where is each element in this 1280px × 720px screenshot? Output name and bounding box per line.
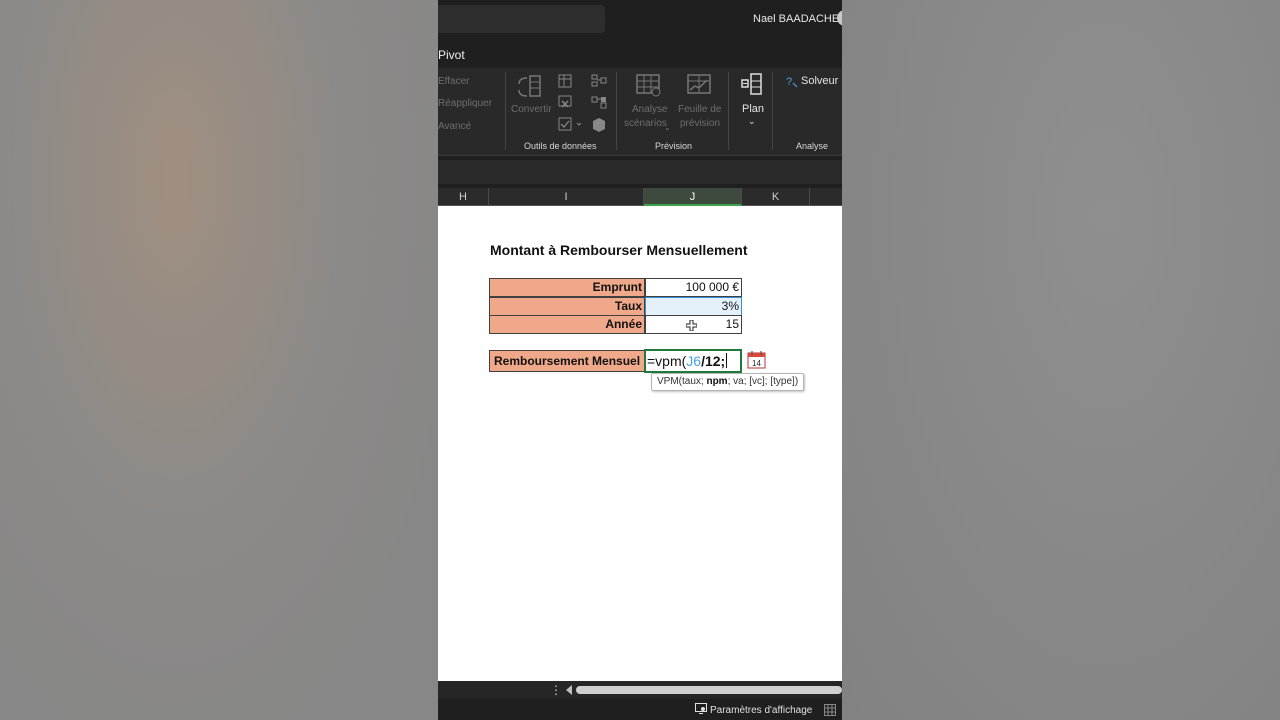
what-if-line1[interactable]: Analyse	[632, 104, 668, 115]
calendar-day: 14	[752, 359, 761, 368]
scroll-left-icon[interactable]	[566, 685, 572, 695]
background-blur-right	[842, 0, 1280, 720]
search-box[interactable]	[438, 5, 605, 33]
tooltip-rest: ; va; [vc]; [type])	[727, 376, 799, 387]
worksheet[interactable]: Montant à Rembourser Mensuellement Empru…	[438, 206, 842, 681]
column-header-i[interactable]: I	[489, 188, 644, 206]
more-options-icon[interactable]: ⋮	[550, 682, 562, 698]
column-header-h[interactable]: H	[438, 188, 489, 206]
column-header-j[interactable]: J	[644, 188, 742, 206]
horizontal-scrollbar[interactable]	[576, 686, 842, 694]
ribbon-separator	[728, 72, 729, 150]
forecast-sheet-icon[interactable]	[687, 74, 713, 98]
label-annee[interactable]: Année	[489, 315, 645, 334]
value-taux[interactable]: 3%	[645, 297, 742, 316]
outline-icon[interactable]	[740, 73, 764, 97]
cursor-cross-icon	[685, 319, 698, 336]
user-name[interactable]: Nael BAADACHE	[753, 13, 839, 25]
remove-duplicates-icon[interactable]	[558, 95, 572, 109]
analysis-group-label: Analyse	[796, 141, 829, 151]
value-emprunt[interactable]: 100 000 €	[645, 278, 742, 297]
function-tooltip[interactable]: VPM(taux; npm; va; [vc]; [type])	[651, 373, 805, 391]
display-settings-button[interactable]: Paramètres d'affichage	[695, 703, 812, 717]
tab-pivot[interactable]: Pivot	[438, 48, 465, 62]
data-validation-icon[interactable]	[558, 117, 584, 131]
formula-prefix: =vpm(	[647, 353, 687, 369]
solver-icon[interactable]: ?	[786, 75, 799, 88]
active-formula-cell[interactable]: =vpm(J6/12;	[644, 349, 742, 373]
what-if-analysis-icon[interactable]	[636, 74, 662, 98]
label-emprunt[interactable]: Emprunt	[489, 278, 645, 297]
tooltip-fn: VPM(taux;	[657, 376, 707, 387]
ribbon-tabs: Pivot	[438, 42, 842, 68]
forecast-sheet-line2[interactable]: prévision	[680, 118, 720, 129]
formula-ref: J6	[686, 353, 702, 369]
formula-bar[interactable]	[438, 160, 842, 184]
status-bar: Paramètres d'affichage	[438, 699, 842, 720]
value-annee-text: 15	[725, 317, 739, 331]
data-tools-group-label: Outils de données	[524, 141, 597, 151]
solver-button[interactable]: Solveur	[801, 75, 838, 87]
flash-fill-icon[interactable]	[558, 74, 572, 88]
calendar-icon[interactable]: 14	[747, 350, 766, 374]
display-settings-label: Paramètres d'affichage	[710, 704, 813, 716]
excel-window: Nael BAADACHE Pivot Effacer Réappliquer …	[438, 0, 842, 720]
text-to-columns-icon[interactable]	[516, 74, 544, 100]
background-blur-left	[0, 0, 438, 720]
consolidate-icon[interactable]	[591, 74, 607, 88]
text-caret	[726, 353, 728, 368]
forecast-sheet-line1[interactable]: Feuille de	[678, 104, 721, 115]
sheet-tab-bar: ⋮	[438, 681, 842, 699]
display-settings-icon	[695, 703, 707, 717]
convert-button[interactable]: Convertir	[511, 104, 552, 115]
outline-button[interactable]: Plan	[742, 103, 764, 115]
relationships-icon[interactable]	[591, 95, 607, 109]
clear-filter-button[interactable]: Effacer	[438, 76, 470, 87]
formula-suffix: /12;	[701, 353, 726, 369]
ribbon-separator	[616, 72, 617, 150]
what-if-line2[interactable]: scénarios	[624, 118, 667, 129]
normal-view-icon[interactable]	[824, 703, 836, 720]
title-bar: Nael BAADACHE	[438, 0, 842, 42]
value-annee[interactable]: 15	[645, 315, 742, 334]
column-headers: H I J K	[438, 188, 842, 206]
chevron-down-icon[interactable]: ⌄	[664, 123, 671, 132]
ribbon-separator	[772, 72, 773, 150]
forecast-group-label: Prévision	[655, 141, 693, 151]
svg-text:?: ?	[786, 76, 792, 88]
ribbon-separator	[505, 72, 506, 150]
tooltip-current-arg: npm	[706, 376, 728, 387]
data-model-icon[interactable]	[591, 117, 607, 133]
reapply-filter-button[interactable]: Réappliquer	[438, 98, 492, 109]
advanced-filter-button[interactable]: Avancé	[438, 121, 471, 132]
column-header-k[interactable]: K	[742, 188, 810, 206]
label-remboursement[interactable]: Remboursement Mensuel	[489, 350, 645, 372]
ribbon: Effacer Réappliquer Avancé Convertir Out…	[438, 68, 842, 156]
sheet-title: Montant à Rembourser Mensuellement	[490, 242, 748, 258]
label-taux[interactable]: Taux	[489, 297, 645, 316]
chevron-down-icon[interactable]: ⌄	[748, 116, 756, 127]
